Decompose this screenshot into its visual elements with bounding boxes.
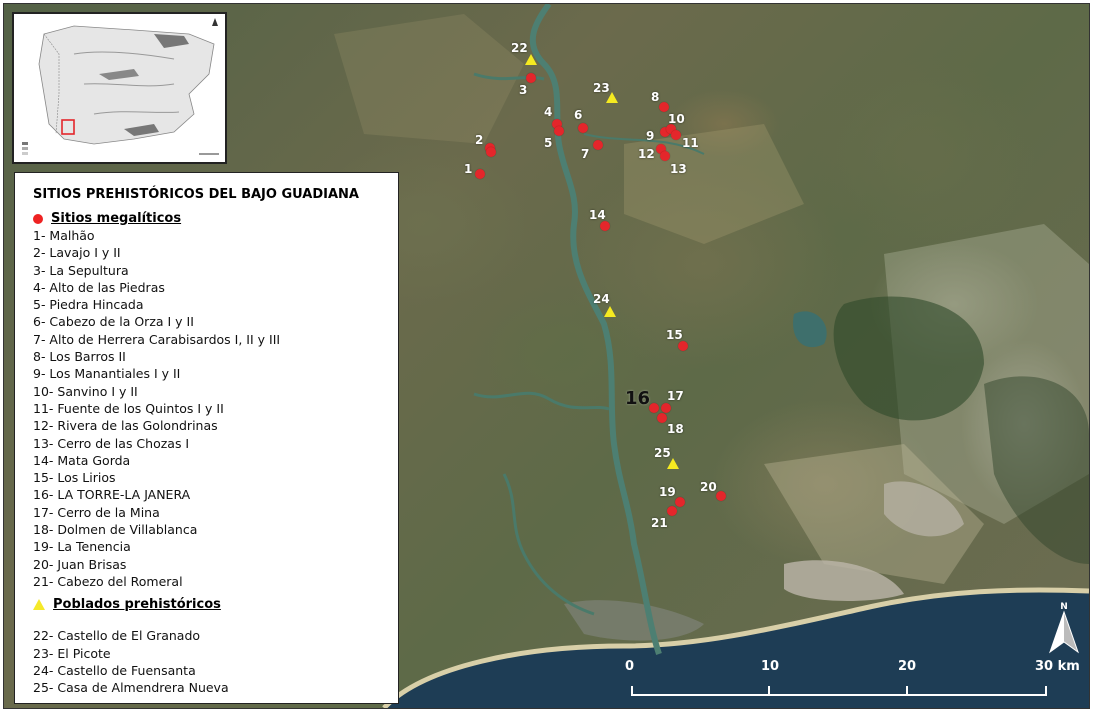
marker-label-21: 21 <box>651 516 668 530</box>
legend-item: 18- Dolmen de Villablanca <box>33 522 198 538</box>
site-marker-1[interactable] <box>475 169 485 179</box>
scale-bar-tick <box>1045 686 1047 696</box>
scale-tick-0: 0 <box>625 659 635 674</box>
scale-bar-tick <box>631 686 633 696</box>
marker-label-8: 8 <box>651 90 660 104</box>
legend-title: SITIOS PREHISTÓRICOS DEL BAJO GUADIANA <box>33 187 359 202</box>
legend-item: 10- Sanvino I y II <box>33 383 138 399</box>
megalithic-list: 1- Malhão 2- Lavajo I y II 3- La Sepultu… <box>33 227 386 590</box>
legend-item: 24- Castello de Fuensanta <box>33 662 196 678</box>
megalithic-heading-label: Sitios megalíticos <box>51 211 182 226</box>
legend-item: 19- La Tenencia <box>33 539 131 555</box>
legend-item: 1- Malhão <box>33 228 95 243</box>
site-marker-13[interactable] <box>660 151 670 161</box>
legend-item: 7- Alto de Herrera Carabisardos I, II y … <box>33 331 281 347</box>
marker-label-19: 19 <box>659 485 676 499</box>
scale-bar-line <box>631 694 1047 696</box>
legend-item: 11- Fuente de los Quintos I y II <box>33 400 224 416</box>
marker-label-22: 22 <box>511 41 528 55</box>
marker-label-9: 9 <box>646 129 655 143</box>
settlement-list: 22- Castello de El Granado 23- El Picote… <box>33 627 386 696</box>
legend-item: 6- Cabezo de la Orza I y II <box>33 314 194 330</box>
site-marker-3[interactable] <box>526 73 536 83</box>
marker-label-23: 23 <box>593 81 610 95</box>
legend-item: 22- Castello de El Granado <box>33 628 201 644</box>
site-marker-5[interactable] <box>554 126 564 136</box>
site-marker-2b[interactable] <box>486 147 496 157</box>
legend-item: 14- Mata Gorda <box>33 452 131 468</box>
site-marker-7[interactable] <box>593 140 603 150</box>
site-marker-16[interactable] <box>649 403 659 413</box>
legend-item: 21- Cabezo del Romeral <box>33 573 183 589</box>
site-marker-6[interactable] <box>578 123 588 133</box>
marker-label-6: 6 <box>574 108 583 122</box>
marker-label-10: 10 <box>668 112 685 126</box>
site-marker-19[interactable] <box>675 497 685 507</box>
site-marker-21[interactable] <box>667 506 677 516</box>
settlement-marker-24[interactable] <box>604 306 616 317</box>
marker-label-18: 18 <box>667 422 684 436</box>
iberian-peninsula-map <box>14 14 225 162</box>
marker-label-14: 14 <box>589 208 606 222</box>
site-marker-18[interactable] <box>657 413 667 423</box>
yellow-triangle-icon <box>33 599 45 611</box>
marker-label-1: 1 <box>464 162 473 176</box>
settlement-heading-label: Poblados prehistóricos <box>53 597 221 613</box>
legend-item: 25- Casa de Almendrera Nueva <box>33 680 229 696</box>
legend-item: 12- Rivera de las Golondrinas <box>33 418 218 434</box>
legend-item: 8- Los Barros II <box>33 349 126 365</box>
marker-label-3: 3 <box>519 83 528 97</box>
legend-item: 20- Juan Brisas <box>33 556 127 572</box>
scale-bar-tick <box>906 686 908 696</box>
north-arrow-icon: N <box>1049 602 1079 654</box>
marker-label-5: 5 <box>544 136 553 150</box>
scale-tick-10: 10 <box>761 659 780 674</box>
marker-label-17: 17 <box>667 389 684 403</box>
legend-item: 2- Lavajo I y II <box>33 245 121 261</box>
legend-item: 17- Cerro de la Mina <box>33 504 160 520</box>
scale-tick-20: 20 <box>898 659 917 674</box>
map-legend: SITIOS PREHISTÓRICOS DEL BAJO GUADIANA S… <box>14 172 399 704</box>
legend-item: 3- La Sepultura <box>33 262 129 278</box>
map-frame: SITIOS PREHISTÓRICOS DEL BAJO GUADIANA S… <box>3 3 1090 709</box>
scale-tick-30: 30 km <box>1035 659 1080 674</box>
marker-label-4: 4 <box>544 105 553 119</box>
marker-label-15: 15 <box>666 328 683 342</box>
red-dot-icon <box>33 213 43 224</box>
megalithic-heading: Sitios megalíticos <box>33 210 386 227</box>
legend-item: 5- Piedra Hincada <box>33 297 144 313</box>
site-marker-8[interactable] <box>659 102 669 112</box>
site-marker-17[interactable] <box>661 403 671 413</box>
marker-label-12: 12 <box>638 147 655 161</box>
marker-label-13: 13 <box>670 162 687 176</box>
marker-label-24: 24 <box>593 292 610 306</box>
marker-label-20: 20 <box>700 480 717 494</box>
marker-label-25: 25 <box>654 446 671 460</box>
site-marker-11[interactable] <box>671 130 681 140</box>
legend-item: 23- El Picote <box>33 645 111 661</box>
legend-item: 15- Los Lirios <box>33 470 116 486</box>
site-marker-20[interactable] <box>716 491 726 501</box>
legend-item: 13- Cerro de las Chozas I <box>33 435 190 451</box>
site-marker-14[interactable] <box>600 221 610 231</box>
marker-label-7: 7 <box>581 147 590 161</box>
legend-item: 16- LA TORRE-LA JANERA <box>33 487 191 503</box>
site-marker-15[interactable] <box>678 341 688 351</box>
marker-label-2: 2 <box>475 133 484 147</box>
settlement-marker-22[interactable] <box>525 54 537 65</box>
marker-label-11: 11 <box>682 136 699 150</box>
scale-bar-tick <box>768 686 770 696</box>
marker-label-16: 16 <box>625 388 651 409</box>
inset-locator-map <box>12 12 227 164</box>
legend-item: 9- Los Manantiales I y II <box>33 366 181 382</box>
legend-item: 4- Alto de las Piedras <box>33 279 165 295</box>
settlement-heading: Poblados prehistóricos <box>33 596 386 613</box>
